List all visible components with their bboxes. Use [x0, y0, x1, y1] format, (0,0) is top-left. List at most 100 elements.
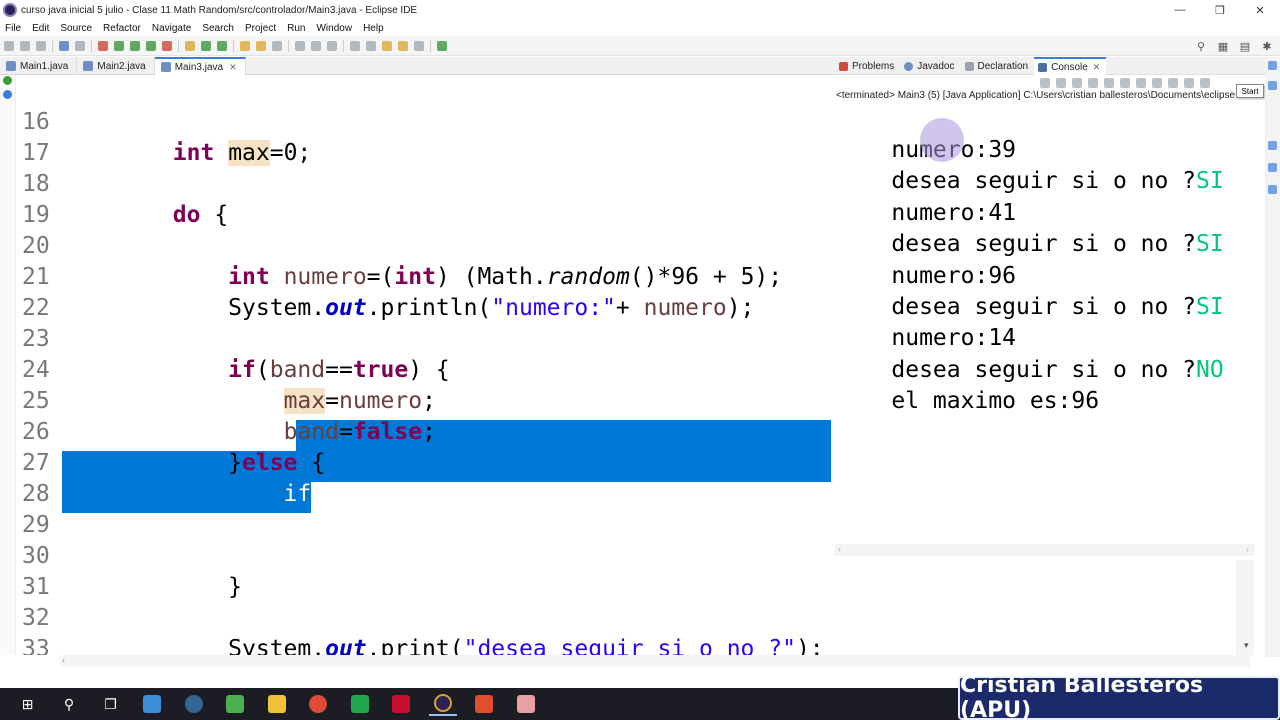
scroll-left-icon[interactable]: ‹ [62, 655, 65, 665]
scroll-left-icon[interactable]: ‹ [838, 544, 841, 554]
outline-icon[interactable] [1268, 163, 1277, 172]
file-explorer-icon[interactable] [263, 692, 291, 716]
terminal-icon[interactable] [59, 40, 69, 51]
toolbar-separator [91, 39, 92, 52]
tab-main2[interactable]: Main2.java [77, 57, 155, 75]
camtasia-icon[interactable] [346, 692, 374, 716]
close-icon[interactable]: ✕ [229, 62, 237, 73]
code-line: 23 if(band==true) { [0, 293, 835, 383]
tab-console[interactable]: Console ✕ [1034, 57, 1107, 75]
toggle-mark-occurrences-icon[interactable] [295, 40, 305, 51]
editor-vertical-scrollbar[interactable]: ▾ [1236, 560, 1254, 655]
console-line: desea seguir si o no ?SI [836, 261, 1223, 320]
word-wrap-icon[interactable] [1120, 78, 1130, 88]
minimize-button[interactable]: — [1160, 0, 1200, 20]
search-icon[interactable]: ⚲ [1194, 39, 1208, 53]
show-on-output-icon[interactable] [1136, 78, 1146, 88]
menu-refactor[interactable]: Refactor [103, 23, 141, 34]
task-list-icon[interactable] [1268, 141, 1277, 150]
menu-project[interactable]: Project [245, 23, 276, 34]
acrobat-icon[interactable] [387, 692, 415, 716]
code-line: 20 int numero=(int) (Math.random()*96 + … [0, 200, 835, 290]
last-edit-location-icon[interactable] [382, 40, 392, 51]
tab-main3[interactable]: Main3.java ✕ [154, 57, 246, 75]
open-task-icon[interactable] [256, 40, 266, 51]
console-output[interactable]: numero:39 desea seguir si o no ?SI numer… [835, 104, 1255, 544]
new-java-project-icon[interactable] [185, 40, 195, 51]
save-icon[interactable] [20, 40, 30, 51]
menu-edit[interactable]: Edit [32, 23, 49, 34]
terminate-icon[interactable] [1040, 78, 1050, 88]
eclipse-icon[interactable] [428, 692, 457, 716]
presenter-name: Cristian Ballesteros (APU) [960, 673, 1204, 720]
clear-console-icon[interactable] [1088, 78, 1098, 88]
remove-launch-icon[interactable] [1056, 78, 1066, 88]
scroll-down-icon[interactable]: ▾ [1244, 640, 1249, 651]
code-editor[interactable]: 16 int max=0; 17 18 do { 19 20 int numer… [0, 75, 835, 655]
notepad-icon[interactable] [221, 692, 249, 716]
console-horizontal-scrollbar[interactable]: ‹ › [835, 544, 1255, 556]
menu-navigate[interactable]: Navigate [152, 23, 191, 34]
open-console-icon[interactable] [1200, 78, 1210, 88]
back-icon[interactable] [398, 40, 408, 51]
show-on-error-icon[interactable] [1152, 78, 1162, 88]
new-icon[interactable] [4, 40, 14, 51]
menu-source[interactable]: Source [60, 23, 92, 34]
menu-help[interactable]: Help [363, 23, 384, 34]
forward-icon[interactable] [414, 40, 424, 51]
open-type-icon[interactable] [240, 40, 250, 51]
run-icon[interactable] [130, 40, 140, 51]
task-view-icon[interactable]: ❐ [97, 692, 125, 716]
menu-file[interactable]: File [5, 23, 21, 34]
pin-editor-icon[interactable] [437, 40, 447, 51]
coverage-icon[interactable] [146, 40, 156, 51]
tab-label: Main3.java [174, 61, 224, 73]
close-icon[interactable]: ✕ [1093, 62, 1101, 73]
eclipse-icon [3, 3, 17, 17]
paint-icon[interactable] [512, 692, 540, 716]
new-class-icon[interactable] [217, 40, 227, 51]
tab-javadoc[interactable]: Javadoc [900, 57, 960, 75]
skip-breakpoints-icon[interactable] [75, 40, 85, 51]
remove-all-icon[interactable] [1072, 78, 1082, 88]
java-file-icon [6, 61, 16, 71]
previous-annotation-icon[interactable] [366, 40, 376, 51]
save-all-icon[interactable] [36, 40, 46, 51]
debug-perspective-icon[interactable]: ✱ [1260, 39, 1274, 53]
menu-window[interactable]: Window [316, 23, 352, 34]
maximize-button[interactable]: ❐ [1200, 0, 1240, 20]
scroll-lock-icon[interactable] [1104, 78, 1114, 88]
database-icon[interactable] [180, 692, 208, 716]
stop-icon[interactable] [98, 40, 108, 51]
window-title: curso java inicial 5 julio - Clase 11 Ma… [21, 4, 418, 16]
browser-icon[interactable] [138, 692, 166, 716]
new-package-icon[interactable] [201, 40, 211, 51]
menu-run[interactable]: Run [287, 23, 305, 34]
search-icon[interactable]: ⚲ [55, 692, 83, 716]
outline-view-icon[interactable] [1268, 81, 1277, 90]
camtasia-recorder-icon[interactable] [470, 692, 498, 716]
tab-main1[interactable]: Main1.java [0, 57, 78, 75]
windows-start-icon[interactable]: ⊞ [14, 692, 42, 716]
close-button[interactable]: ✕ [1240, 0, 1280, 20]
display-console-icon[interactable] [1184, 78, 1194, 88]
restore-view-icon[interactable] [1268, 185, 1277, 194]
next-annotation-icon[interactable] [350, 40, 360, 51]
scroll-right-icon[interactable]: › [1246, 544, 1249, 554]
minimized-view-icon[interactable] [1268, 61, 1277, 70]
search-toolbar-icon[interactable] [272, 40, 282, 51]
java-perspective-icon[interactable]: ▤ [1238, 39, 1252, 53]
external-tools-icon[interactable] [162, 40, 172, 51]
tab-declaration[interactable]: Declaration [961, 57, 1035, 75]
debug-icon[interactable] [114, 40, 124, 51]
pin-console-icon[interactable] [1168, 78, 1178, 88]
open-perspective-icon[interactable]: ▦ [1216, 39, 1230, 53]
toolbar-separator [430, 39, 431, 52]
chrome-icon[interactable] [304, 692, 332, 716]
toggle-block-selection-icon[interactable] [311, 40, 321, 51]
tab-label: Javadoc [917, 60, 955, 72]
tab-problems[interactable]: Problems [835, 57, 900, 75]
editor-horizontal-scrollbar[interactable]: ‹ [60, 655, 1250, 667]
menu-search[interactable]: Search [202, 23, 234, 34]
show-whitespace-icon[interactable] [327, 40, 337, 51]
